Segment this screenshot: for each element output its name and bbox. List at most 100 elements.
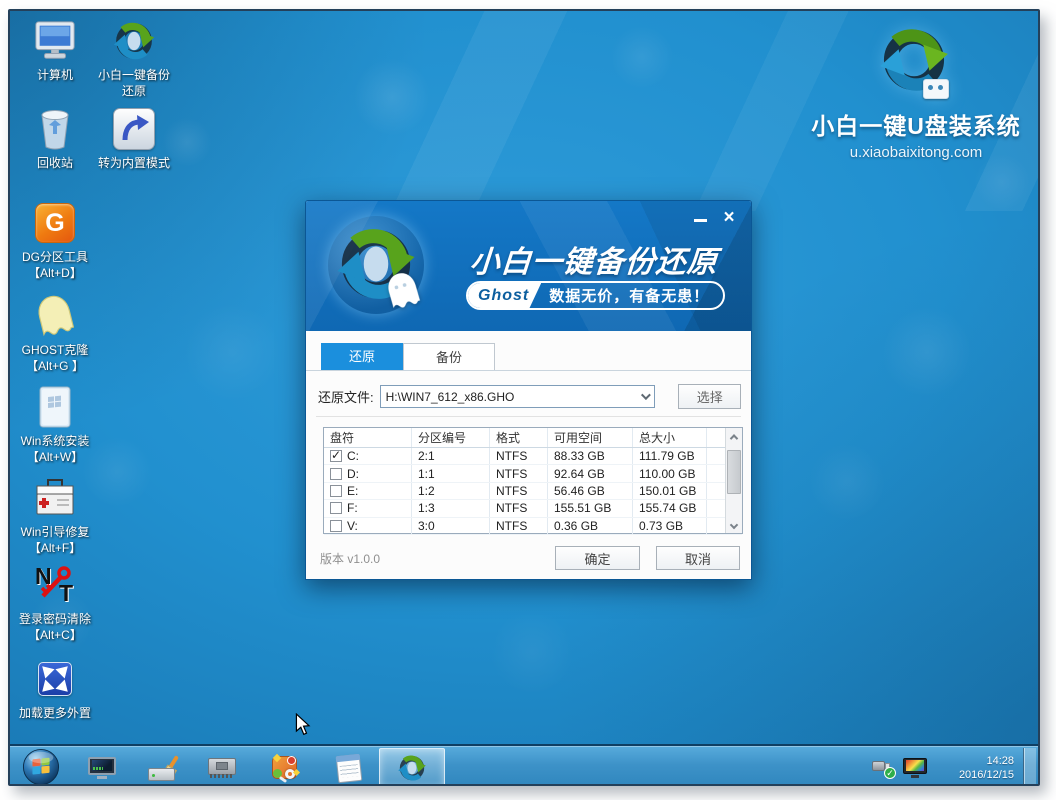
column-partition: 分区编号 — [412, 428, 490, 447]
tab-divider — [306, 370, 751, 371]
row-checkbox[interactable] — [330, 485, 342, 497]
table-header: 盘符 分区编号 格式 可用空间 总大小 — [324, 428, 742, 448]
desktop-icon-label: DG分区工具 — [8, 249, 103, 265]
row-checkbox[interactable] — [330, 468, 342, 480]
clock-time: 14:28 — [934, 754, 1014, 768]
usb-safely-remove-icon[interactable]: ✓ — [872, 757, 896, 779]
desktop-icon-label: 小白一键备份 — [86, 67, 182, 83]
dg-tool-icon: G — [32, 200, 78, 246]
total-cell: 0.73 GB — [633, 518, 707, 534]
backup-restore-window: 小白一键备份还原 Ghost 数据无价，有备无患！ × 还原 备份 还原文件: … — [305, 200, 752, 580]
desktop-icon-label: 转为内置模式 — [86, 155, 182, 171]
wallpaper-branding: 小白一键U盘装系统 u.xiaobaixitong.com — [786, 23, 1040, 161]
table-row[interactable]: V: 3:0 NTFS 0.36 GB 0.73 GB — [324, 518, 742, 535]
row-checkbox[interactable] — [330, 502, 342, 514]
tab-restore[interactable]: 还原 — [321, 343, 403, 370]
display-icon — [88, 757, 116, 779]
minimize-button[interactable] — [691, 209, 709, 225]
tab-backup[interactable]: 备份 — [403, 343, 495, 370]
column-format: 格式 — [490, 428, 548, 447]
minimize-icon — [694, 219, 707, 222]
desktop-icon-dg-partition[interactable]: G DG分区工具 【Alt+D】 — [8, 200, 103, 281]
notepad-icon — [336, 753, 363, 782]
start-button[interactable] — [22, 748, 60, 786]
total-cell: 110.00 GB — [633, 465, 707, 481]
brand-logo-icon — [877, 23, 955, 101]
drive-cell: E: — [347, 484, 358, 498]
column-drive: 盘符 — [324, 428, 412, 447]
drive-cell: D: — [347, 467, 359, 481]
taskbar: ✓ 14:28 2016/12/15 — [10, 744, 1038, 786]
arrow-shortcut-icon — [111, 106, 157, 152]
desktop-icon-hotkey: 【Alt+C】 — [8, 627, 103, 643]
desktop-icon-load-more[interactable]: 加载更多外置 — [8, 656, 103, 721]
free-cell: 0.36 GB — [548, 518, 633, 534]
taskbar-system-tools[interactable] — [258, 748, 312, 786]
restore-file-value: H:\WIN7_612_x86.GHO — [381, 390, 515, 404]
table-row[interactable]: D: 1:1 NTFS 92.64 GB 110.00 GB — [324, 465, 742, 482]
format-cell: NTFS — [490, 518, 548, 534]
desktop-icon-backup-restore[interactable]: 小白一键备份 还原 — [86, 18, 182, 99]
restore-file-label: 还原文件: — [318, 387, 374, 406]
display-settings-icon[interactable] — [903, 758, 927, 778]
cancel-button[interactable]: 取消 — [656, 546, 740, 570]
free-cell: 92.64 GB — [548, 465, 633, 481]
ghost-brand-label: Ghost — [468, 283, 541, 308]
desktop-icon-hotkey: 【Alt+D】 — [8, 265, 103, 281]
desktop-icon-win-install[interactable]: Win系统安装 【Alt+W】 — [8, 384, 103, 465]
taskbar-clock[interactable]: 14:28 2016/12/15 — [934, 754, 1014, 782]
select-button[interactable]: 选择 — [678, 384, 741, 409]
taskbar-backup-restore-app[interactable] — [379, 748, 445, 786]
desktop: 计算机 小白一键备份 还原 回收站 — [8, 9, 1040, 786]
ghost-badge: Ghost 数据无价，有备无患！ — [466, 281, 725, 310]
restore-file-combobox[interactable]: H:\WIN7_612_x86.GHO — [380, 385, 656, 408]
desktop-icon-label: 登录密码清除 — [8, 611, 103, 627]
desktop-icon-password-clear[interactable]: NT 登录密码清除 【Alt+C】 — [8, 562, 103, 643]
scrollbar-thumb[interactable] — [727, 450, 741, 494]
brand-title: 小白一键U盘装系统 — [786, 107, 1040, 141]
taskbar-notepad[interactable] — [322, 748, 376, 786]
app-logo — [324, 212, 428, 318]
desktop-icon-hotkey: 【Alt+F】 — [8, 540, 103, 556]
row-checkbox[interactable] — [330, 520, 342, 532]
taskbar-display-tool[interactable] — [75, 748, 129, 786]
tab-bar: 还原 备份 — [321, 343, 495, 370]
free-cell: 155.51 GB — [548, 500, 633, 516]
taskbar-disk-cleanup[interactable] — [135, 748, 189, 786]
table-row[interactable]: C: 2:1 NTFS 88.33 GB 111.79 GB — [324, 448, 742, 465]
ghost-slogan-label: 数据无价，有备无患！ — [541, 283, 723, 308]
desktop-icon-boot-repair[interactable]: Win引导修复 【Alt+F】 — [8, 475, 103, 556]
desktop-icon-internal-mode[interactable]: 转为内置模式 — [86, 106, 182, 171]
format-cell: NTFS — [490, 483, 548, 499]
first-aid-box-icon — [32, 475, 78, 521]
format-cell: NTFS — [490, 448, 548, 464]
total-cell: 150.01 GB — [633, 483, 707, 499]
desktop-icon-ghost-clone[interactable]: GHOST克隆 【Alt+G 】 — [8, 293, 103, 374]
desktop-icon-label: Win系统安装 — [8, 433, 103, 449]
total-cell: 111.79 GB — [633, 448, 707, 464]
column-total: 总大小 — [633, 428, 707, 447]
table-row[interactable]: E: 1:2 NTFS 56.46 GB 150.01 GB — [324, 483, 742, 500]
show-desktop-button[interactable] — [1023, 748, 1036, 786]
computer-icon — [32, 18, 78, 64]
disk-cleanup-icon — [147, 755, 177, 781]
sync-arrows-icon — [111, 18, 157, 64]
scroll-up-icon[interactable] — [726, 429, 742, 444]
free-cell: 56.46 GB — [548, 483, 633, 499]
desktop-icon-label: Win引导修复 — [8, 524, 103, 540]
mouse-cursor — [295, 713, 311, 741]
taskbar-memory-tool[interactable] — [195, 748, 249, 786]
ok-button[interactable]: 确定 — [555, 546, 640, 570]
nt-key-icon: NT — [32, 562, 78, 608]
table-row[interactable]: F: 1:3 NTFS 155.51 GB 155.74 GB — [324, 500, 742, 517]
free-cell: 88.33 GB — [548, 448, 633, 464]
desktop-icon-label: 加载更多外置 — [8, 705, 103, 721]
row-checkbox[interactable] — [330, 450, 342, 462]
window-banner: 小白一键备份还原 Ghost 数据无价，有备无患！ × — [306, 201, 751, 331]
table-scrollbar[interactable] — [725, 428, 742, 533]
drive-cell: V: — [347, 519, 358, 533]
recycle-bin-icon — [32, 106, 78, 152]
close-button[interactable]: × — [719, 209, 739, 227]
scroll-down-icon[interactable] — [726, 517, 742, 532]
window-title: 小白一键备份还原 — [468, 237, 741, 281]
